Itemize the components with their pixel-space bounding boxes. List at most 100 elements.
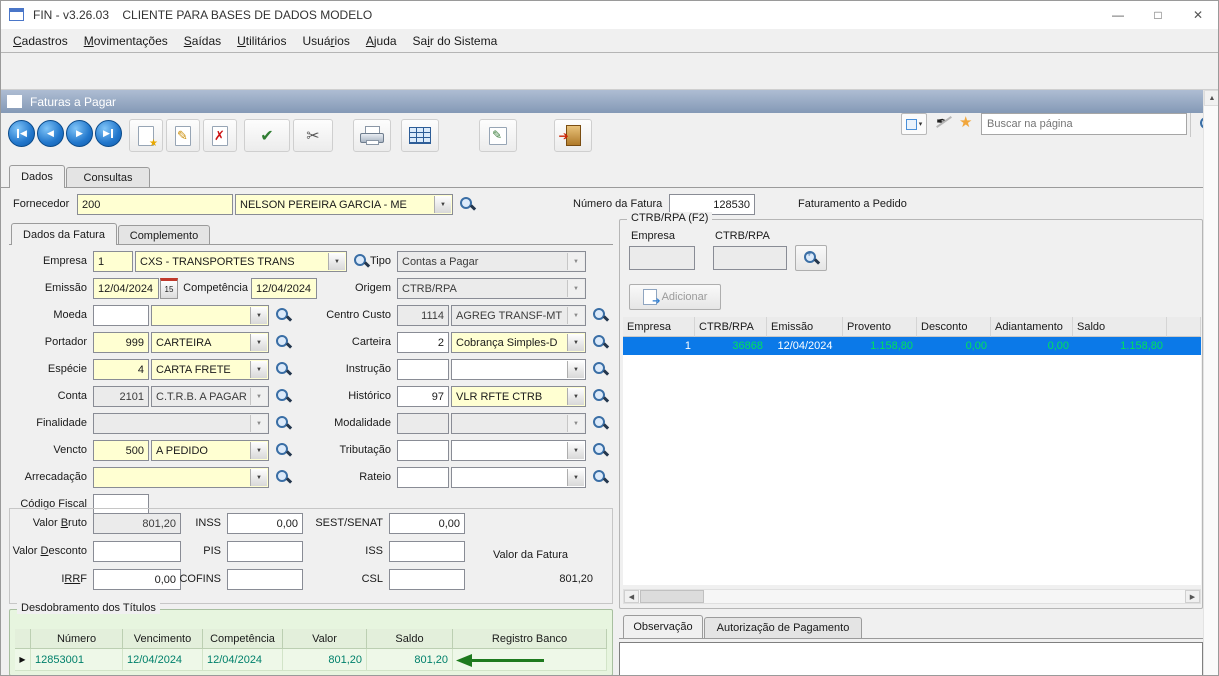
scroll-right-button[interactable]: ▶ (1185, 590, 1200, 603)
dropdown-arrow-icon[interactable]: ▼ (250, 334, 267, 351)
cell-empresa[interactable]: 1 (623, 337, 695, 355)
column-adiantamento[interactable]: Adiantamento (991, 317, 1073, 337)
cell-vencimento[interactable]: 12/04/2024 (123, 649, 203, 671)
cancel-record-button[interactable]: ✂ (293, 119, 333, 152)
column-saldo[interactable]: Saldo (367, 629, 453, 649)
tab-dados-da-fatura[interactable]: Dados da Fatura (11, 223, 117, 245)
cofins-field[interactable] (227, 569, 303, 590)
fornecedor-code-field[interactable]: 200 (77, 194, 233, 215)
moeda-combo[interactable]: ▼ (151, 305, 269, 326)
minimize-button[interactable]: — (1098, 1, 1138, 29)
empresa-code-field[interactable]: 1 (93, 251, 133, 272)
centro-custo-lookup-icon[interactable] (592, 307, 609, 324)
modalidade-lookup-icon[interactable] (592, 415, 609, 432)
scrollbar-thumb[interactable] (640, 590, 704, 603)
nav-first-button[interactable]: ◀ (8, 120, 35, 147)
child-window-titlebar[interactable]: Faturas a Pagar (1, 90, 1203, 113)
delete-record-button[interactable]: ✗ (203, 119, 237, 152)
cell-numero[interactable]: 12853001 (31, 649, 123, 671)
cell-ctrb-rpa[interactable]: 36868 (695, 337, 767, 355)
close-button[interactable]: ✕ (1178, 1, 1218, 29)
tab-dados[interactable]: Dados (9, 165, 65, 188)
historico-combo[interactable]: VLR RFTE CTRB▼ (451, 386, 586, 407)
column-ctrb-rpa[interactable]: CTRB/RPA (695, 317, 767, 337)
portador-combo[interactable]: CARTEIRA▼ (151, 332, 269, 353)
ctrb-zoom-button[interactable]: + (795, 245, 827, 271)
sest-senat-field[interactable]: 0,00 (389, 513, 465, 534)
arrecadacao-lookup-icon[interactable] (275, 469, 292, 486)
column-desconto[interactable]: Desconto (917, 317, 991, 337)
cell-saldo[interactable]: 801,20 (367, 649, 453, 671)
observacao-memo[interactable] (619, 642, 1203, 676)
vencto-code-field[interactable]: 500 (93, 440, 149, 461)
carteira-combo[interactable]: Cobrança Simples-D▼ (451, 332, 586, 353)
dropdown-arrow-icon[interactable]: ▼ (567, 469, 584, 486)
cell-adiantamento[interactable]: 0,00 (991, 337, 1073, 355)
nav-next-button[interactable]: ▶ (66, 120, 93, 147)
ctrb-horizontal-scrollbar[interactable]: ◀ ▶ (623, 589, 1201, 604)
menu-item-saidas[interactable]: Saídas (176, 31, 229, 51)
insert-record-button[interactable]: ★ (129, 119, 163, 152)
tab-observacao[interactable]: Observação (623, 615, 703, 638)
search-options-button[interactable]: ▾ (901, 113, 927, 135)
carteira-code-field[interactable]: 2 (397, 332, 449, 353)
pis-field[interactable] (227, 541, 303, 562)
column-saldo[interactable]: Saldo (1073, 317, 1167, 337)
cell-desconto[interactable]: 0,00 (917, 337, 991, 355)
column-numero[interactable]: Número (31, 629, 123, 649)
tributacao-combo[interactable]: ▼ (451, 440, 586, 461)
ctrb-grid-body[interactable] (623, 355, 1201, 585)
conta-lookup-icon[interactable] (275, 388, 292, 405)
nav-prior-button[interactable]: ◀ (37, 120, 64, 147)
vencto-lookup-icon[interactable] (275, 442, 292, 459)
fornecedor-name-combo[interactable]: NELSON PEREIRA GARCIA - ME ▼ (235, 194, 453, 215)
column-emissao[interactable]: Emissão (767, 317, 843, 337)
carteira-lookup-icon[interactable] (592, 334, 609, 351)
iss-field[interactable] (389, 541, 465, 562)
arrecadacao-combo[interactable]: ▼ (93, 467, 269, 488)
ctrb-grid[interactable]: Empresa CTRB/RPA Emissão Provento Descon… (623, 317, 1201, 355)
csl-field[interactable] (389, 569, 465, 590)
historico-lookup-icon[interactable] (592, 388, 609, 405)
dropdown-arrow-icon[interactable]: ▼ (250, 469, 267, 486)
column-valor[interactable]: Valor (283, 629, 367, 649)
tab-consultas[interactable]: Consultas (66, 167, 150, 188)
tributacao-code-field[interactable] (397, 440, 449, 461)
scroll-left-button[interactable]: ◀ (624, 590, 639, 603)
menu-item-movimentacoes[interactable]: Movimentações (76, 31, 176, 51)
portador-lookup-icon[interactable] (275, 334, 292, 351)
column-empresa[interactable]: Empresa (623, 317, 695, 337)
maximize-button[interactable]: □ (1138, 1, 1178, 29)
grid-view-button[interactable] (401, 119, 439, 152)
edit-record-button[interactable]: ✎ (166, 119, 200, 152)
scroll-up-button[interactable]: ▲ (1204, 90, 1219, 106)
inss-field[interactable]: 0,00 (227, 513, 303, 534)
tab-complemento[interactable]: Complemento (118, 225, 210, 245)
tab-autorizacao-de-pagamento[interactable]: Autorização de Pagamento (704, 617, 862, 638)
tributacao-lookup-icon[interactable] (592, 442, 609, 459)
dropdown-arrow-icon[interactable]: ▼ (250, 307, 267, 324)
menu-item-cadastros[interactable]: Cadastros (5, 31, 76, 51)
cell-saldo[interactable]: 1.158,80 (1073, 337, 1167, 355)
dropdown-arrow-icon[interactable]: ▼ (567, 361, 584, 378)
menu-item-ajuda[interactable]: Ajuda (358, 31, 405, 51)
nav-last-button[interactable]: ▶ (95, 120, 122, 147)
menu-item-utilitarios[interactable]: Utilitários (229, 31, 294, 51)
pen-slash-icon[interactable]: ✒ (935, 113, 953, 131)
vencto-combo[interactable]: A PEDIDO▼ (151, 440, 269, 461)
adicionar-button[interactable]: ➔ Adicionar (629, 284, 721, 310)
dropdown-arrow-icon[interactable]: ▼ (567, 334, 584, 351)
cell-competencia[interactable]: 12/04/2024 (203, 649, 283, 671)
dropdown-arrow-icon[interactable]: ▼ (567, 442, 584, 459)
cell-emissao[interactable]: 12/04/2024 (767, 337, 843, 355)
column-provento[interactable]: Provento (843, 317, 917, 337)
print-button[interactable] (353, 119, 391, 152)
instrucao-combo[interactable]: ▼ (451, 359, 586, 380)
page-search-input[interactable] (981, 113, 1187, 135)
finalidade-lookup-icon[interactable] (275, 415, 292, 432)
cell-provento[interactable]: 1.158,80 (843, 337, 917, 355)
moeda-code-field[interactable] (93, 305, 149, 326)
instrucao-code-field[interactable] (397, 359, 449, 380)
calendar-button[interactable]: 15 (160, 278, 178, 299)
fornecedor-lookup-icon[interactable] (459, 196, 476, 213)
